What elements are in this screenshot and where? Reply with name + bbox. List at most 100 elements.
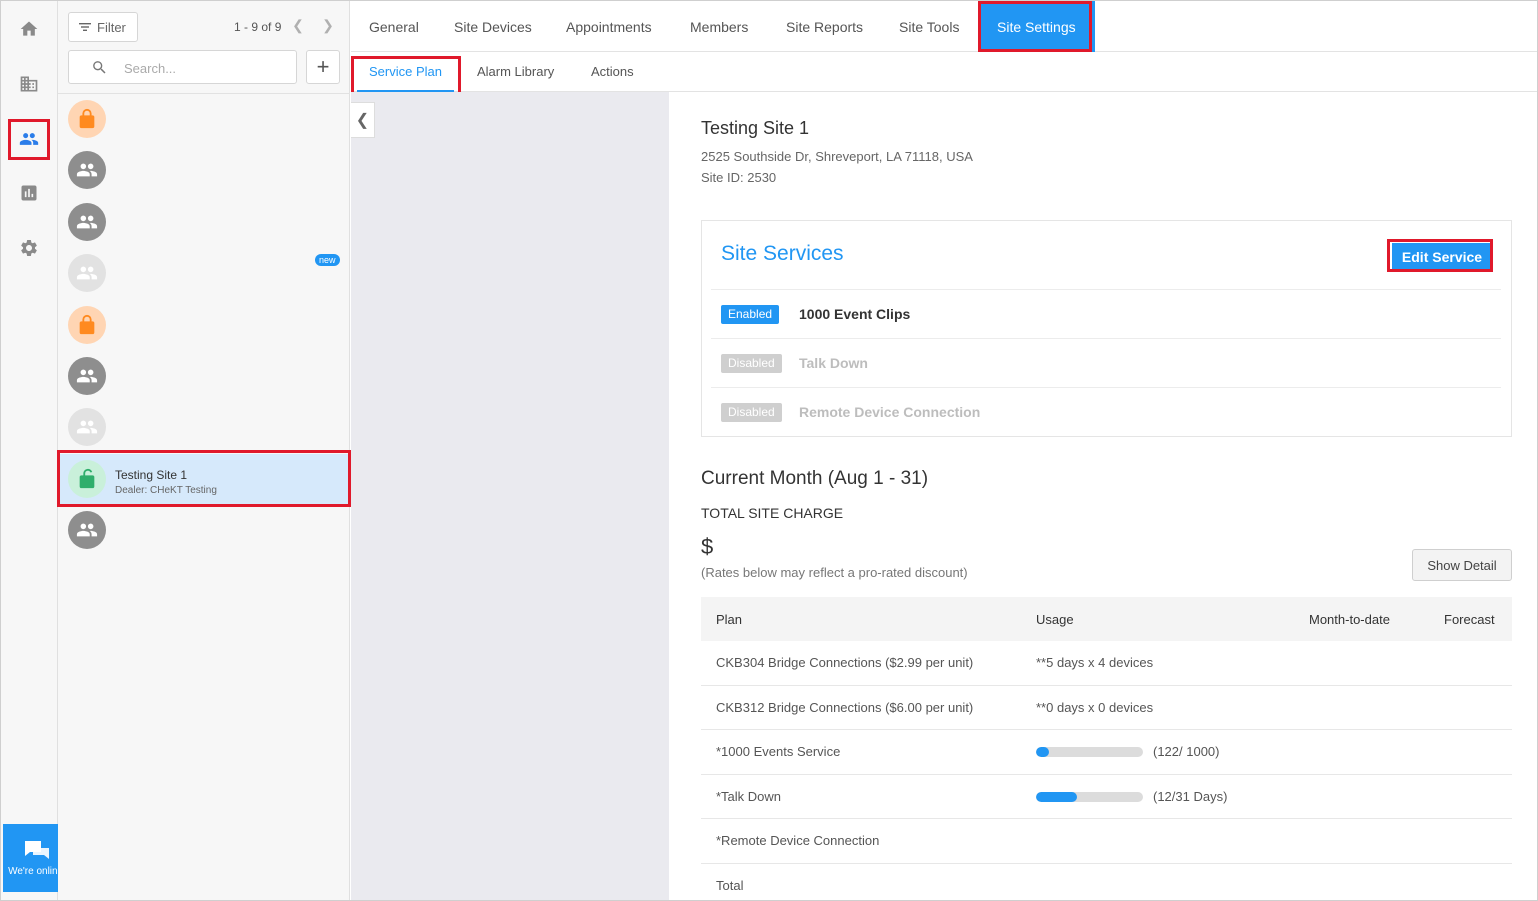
site-list-item[interactable] bbox=[58, 300, 350, 350]
group-icon bbox=[68, 357, 106, 395]
group-icon bbox=[68, 254, 106, 293]
site-list-item[interactable]: new bbox=[58, 248, 350, 298]
site-list-item[interactable] bbox=[58, 351, 350, 401]
table-row: Total bbox=[701, 864, 1512, 901]
filter-icon bbox=[79, 23, 91, 31]
new-badge: new bbox=[315, 254, 340, 267]
chat-icon bbox=[25, 841, 49, 859]
plan-cell: *1000 Events Service bbox=[716, 744, 841, 759]
group-icon bbox=[68, 151, 106, 190]
site-list-item[interactable] bbox=[58, 197, 350, 247]
search-input[interactable] bbox=[124, 58, 284, 78]
lock-icon bbox=[68, 100, 106, 138]
usage-progress-bar bbox=[1036, 747, 1143, 757]
group-icon bbox=[68, 408, 106, 447]
tab-site-settings[interactable]: Site Settings bbox=[978, 1, 1095, 52]
site-title: Testing Site 1 bbox=[701, 118, 810, 138]
next-page-icon[interactable]: ❯ bbox=[320, 17, 336, 35]
usage-progress-fill bbox=[1036, 747, 1050, 757]
tab-actions[interactable]: Actions bbox=[591, 52, 634, 92]
users-icon[interactable] bbox=[15, 125, 43, 153]
site-dealer: Dealer: CHeKT Testing bbox=[115, 484, 217, 496]
group-icon bbox=[68, 511, 106, 550]
site-name: Testing Site 1 bbox=[115, 467, 188, 482]
usage-cell: (122/ 1000) bbox=[1153, 744, 1220, 759]
plan-cell: Total bbox=[716, 877, 744, 893]
month-title: Current Month (Aug 1 - 31) bbox=[701, 468, 929, 489]
site-address: 2525 Southside Dr, Shreveport, LA 71118,… bbox=[701, 149, 973, 164]
group-icon bbox=[68, 202, 106, 241]
tab-site-tools[interactable]: Site Tools bbox=[899, 1, 959, 52]
usage-progress-bar bbox=[1036, 791, 1143, 802]
prev-page-icon[interactable]: ❮ bbox=[290, 17, 306, 35]
total-charge-label: TOTAL SITE CHARGE bbox=[701, 505, 844, 521]
rates-note: (Rates below may reflect a pro-rated dis… bbox=[701, 565, 968, 580]
sub-tab-bar: Service Plan Alarm Library Actions bbox=[351, 52, 1537, 95]
tab-general[interactable]: General bbox=[369, 1, 419, 52]
add-site-button[interactable]: + bbox=[306, 50, 340, 84]
table-row: CKB312 Bridge Connections ($6.00 per uni… bbox=[701, 686, 1512, 730]
site-services-card: Site Services Edit Service Enabled 1000 … bbox=[701, 220, 1512, 437]
gear-icon[interactable] bbox=[15, 234, 43, 262]
total-charge-value: $ bbox=[701, 534, 714, 559]
plan-cell: *Remote Device Connection bbox=[716, 833, 880, 848]
tab-site-devices[interactable]: Site Devices bbox=[454, 1, 532, 52]
tab-appointments[interactable]: Appointments bbox=[566, 1, 652, 52]
usage-cell: **5 days x 4 devices bbox=[1036, 655, 1154, 670]
status-badge: Disabled bbox=[721, 403, 782, 422]
pager-text: 1 - 9 of 9 bbox=[234, 20, 282, 34]
home-icon[interactable] bbox=[15, 15, 43, 43]
unlock-icon bbox=[68, 459, 106, 498]
lock-icon bbox=[68, 305, 106, 344]
plan-cell: CKB304 Bridge Connections ($2.99 per uni… bbox=[716, 655, 974, 670]
building-icon[interactable] bbox=[15, 70, 43, 98]
service-row: Disabled Remote Device Connection bbox=[711, 387, 1501, 436]
search-icon bbox=[93, 61, 106, 74]
plan-table-header: Plan Usage Month-to-date Forecast bbox=[701, 597, 1512, 641]
col-usage: Usage bbox=[1036, 612, 1074, 627]
edit-service-button[interactable]: Edit Service bbox=[1392, 243, 1492, 270]
tab-service-plan[interactable]: Service Plan bbox=[357, 52, 454, 92]
table-row: *1000 Events Service (122/ 1000) bbox=[701, 730, 1512, 775]
tab-members[interactable]: Members bbox=[690, 1, 748, 52]
table-row: CKB304 Bridge Connections ($2.99 per uni… bbox=[701, 641, 1512, 686]
service-name: Talk Down bbox=[799, 355, 868, 371]
plan-table: Plan Usage Month-to-date Forecast CKB304… bbox=[701, 597, 1512, 901]
services-title: Site Services bbox=[721, 242, 844, 265]
filter-label: Filter bbox=[97, 19, 126, 35]
usage-progress-fill bbox=[1036, 791, 1078, 802]
col-plan: Plan bbox=[716, 612, 743, 627]
site-list-item[interactable]: Testing Site 1 Dealer: CHeKT Testing bbox=[58, 453, 350, 504]
table-row: *Talk Down (12/31 Days) bbox=[701, 775, 1512, 819]
plan-cell: *Talk Down bbox=[716, 788, 782, 804]
top-tab-bar: General Site Devices Appointments Member… bbox=[351, 1, 1537, 52]
search-box bbox=[68, 50, 297, 84]
side-gutter bbox=[351, 92, 669, 900]
collapse-chevron-icon[interactable]: ❮ bbox=[351, 102, 375, 138]
col-forecast: Forecast bbox=[1444, 612, 1495, 627]
status-badge: Disabled bbox=[721, 354, 782, 373]
service-plan-content: Testing Site 1 2525 Southside Dr, Shreve… bbox=[669, 92, 1537, 901]
tab-alarm-library[interactable]: Alarm Library bbox=[477, 52, 554, 92]
tab-site-reports[interactable]: Site Reports bbox=[786, 1, 863, 52]
show-detail-button[interactable]: Show Detail bbox=[1412, 549, 1512, 581]
site-list-item[interactable] bbox=[58, 505, 350, 555]
site-id: Site ID: 2530 bbox=[701, 170, 777, 185]
site-list-item[interactable] bbox=[58, 94, 350, 144]
filter-button[interactable]: Filter bbox=[68, 12, 138, 42]
site-list-item[interactable] bbox=[58, 145, 350, 195]
status-badge: Enabled bbox=[721, 305, 780, 324]
usage-cell: (12/31 Days) bbox=[1153, 788, 1228, 804]
service-name: Remote Device Connection bbox=[799, 404, 981, 420]
nav-rail bbox=[1, 1, 58, 900]
chart-icon[interactable] bbox=[15, 179, 43, 207]
service-name: 1000 Event Clips bbox=[799, 306, 911, 322]
app-window: We're online. Filter 1 - 9 of 9 ❮ ❯ + ne… bbox=[0, 0, 1538, 901]
usage-cell: **0 days x 0 devices bbox=[1036, 699, 1154, 715]
site-list-panel: Filter 1 - 9 of 9 ❮ ❯ + new Testing Site … bbox=[57, 1, 351, 900]
table-row: *Remote Device Connection bbox=[701, 819, 1512, 864]
site-list-item[interactable] bbox=[58, 402, 350, 452]
col-month-to-date: Month-to-date bbox=[1309, 612, 1390, 627]
service-row: Enabled 1000 Event Clips bbox=[711, 289, 1501, 338]
plan-cell: CKB312 Bridge Connections ($6.00 per uni… bbox=[716, 699, 974, 715]
